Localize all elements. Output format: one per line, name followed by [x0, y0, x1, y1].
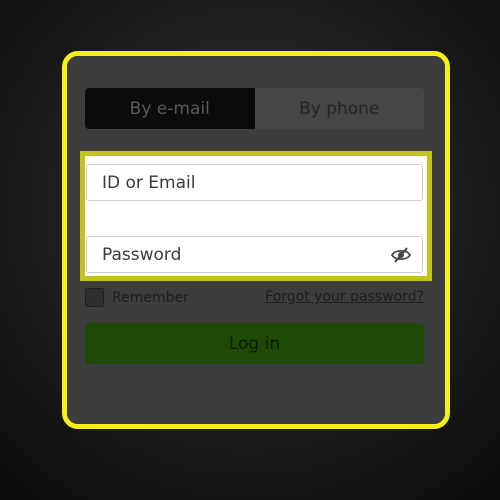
- password-field-wrapper: [86, 236, 423, 273]
- eye-slash-icon[interactable]: [390, 246, 412, 264]
- forgot-password-link[interactable]: Forgot your password?: [265, 289, 424, 305]
- remember-row: Remember Forgot your password?: [85, 287, 424, 309]
- remember-label: Remember: [112, 290, 189, 306]
- email-field-wrapper: [86, 164, 423, 201]
- tab-by-email[interactable]: By e-mail: [85, 88, 255, 129]
- login-method-tabs: By e-mail By phone: [85, 88, 424, 129]
- email-input[interactable]: [87, 165, 422, 200]
- login-button[interactable]: Log in: [85, 323, 424, 364]
- password-input[interactable]: [87, 237, 422, 272]
- tab-by-phone[interactable]: By phone: [254, 88, 424, 129]
- login-screen: By e-mail By phone Remember Forgot your …: [0, 0, 500, 500]
- remember-checkbox[interactable]: [85, 288, 104, 307]
